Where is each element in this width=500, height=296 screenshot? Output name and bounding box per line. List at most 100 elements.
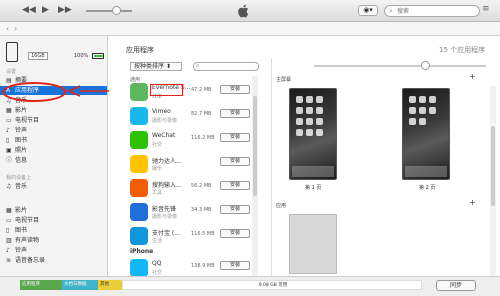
iphone-group-label: iPhone (130, 248, 154, 255)
app-category: 工具 (152, 190, 163, 196)
storage-docs-segment: 文档与数据 (62, 280, 98, 290)
wechat-icon (130, 131, 148, 149)
install-button[interactable]: 安装 (220, 133, 250, 142)
app-size: 34.3 MB (191, 207, 212, 213)
zoom-slider[interactable] (314, 65, 486, 67)
device-item-music[interactable]: ♫ 音乐 (6, 182, 106, 191)
home-screen-page-2[interactable] (402, 88, 450, 180)
sidebar-item-label: 铃声 (15, 127, 28, 134)
settings-section-header: 设置 (6, 69, 17, 75)
toolbar: ◀◀ ▶ ▶▶ ◉▾ ⌕ ≡ (0, 0, 500, 22)
device-item-books[interactable]: ▯ 图书 (6, 226, 106, 235)
search-icon: ⌕ (389, 7, 393, 15)
play-icon[interactable]: ▶ (42, 5, 49, 15)
app-name: QQ (152, 260, 162, 267)
sort-label: 按种类排序 (134, 63, 165, 70)
apple-logo-icon (238, 4, 249, 18)
on-device-section-header: 我的设备上 (6, 175, 32, 181)
search-icon: ⌕ (196, 62, 200, 69)
search-input[interactable] (397, 7, 477, 16)
menu-icon[interactable]: ≡ (482, 4, 490, 14)
app-category: 生活 (152, 238, 163, 244)
install-button[interactable]: 安装 (220, 261, 250, 270)
install-button[interactable]: 安装 (220, 157, 250, 166)
back-icon[interactable]: ‹ (6, 24, 9, 33)
app-search-input[interactable]: ⌕ (193, 62, 259, 71)
sidebar-item-photos[interactable]: ▣ 照片 (6, 146, 106, 155)
app-size: 138.9 MB (191, 263, 215, 269)
device-item-voice-memos[interactable]: ≋ 语音备忘录 (6, 256, 106, 265)
sidebar-item-tv[interactable]: ▭ 电视节目 (6, 116, 106, 125)
sidebar-item-ringtones[interactable]: ♪ 铃声 (6, 126, 106, 135)
page-2-label: 第 2 页 (419, 185, 436, 191)
list-scrollbar[interactable] (252, 76, 258, 276)
app-name: WeChat (152, 132, 176, 139)
volume-slider[interactable] (86, 10, 132, 12)
sidebar-item-info[interactable]: ⓘ 信息 (6, 156, 106, 165)
alipay-icon (130, 227, 148, 245)
tv-icon: ▭ (6, 217, 12, 224)
search-box[interactable]: ⌕ (384, 5, 480, 17)
storage-free-segment: 9.08 GB 可用 (122, 280, 422, 290)
annotation-box (150, 84, 183, 96)
account-button[interactable]: ◉▾ (358, 5, 378, 16)
book-icon: ▯ (6, 137, 10, 144)
sidebar-item-label: 图书 (15, 137, 28, 144)
install-button[interactable]: 安装 (220, 181, 250, 190)
sync-button[interactable]: 同步 (436, 280, 476, 291)
sidebar-item-label: 语音备忘录 (15, 257, 46, 264)
navigation-bar: ‹ › (0, 22, 500, 36)
install-button[interactable]: 安装 (220, 85, 250, 94)
dock (292, 166, 334, 177)
install-button[interactable]: 安装 (220, 205, 250, 214)
battery-icon (92, 53, 104, 59)
apps-folder-screen[interactable] (289, 214, 337, 274)
app-size: 56.2 MB (191, 183, 212, 189)
app-category: 社交 (152, 142, 163, 148)
movie-icon: ▦ (6, 207, 12, 214)
capacity-badge: 16GB (28, 52, 48, 60)
device-item-ringtones[interactable]: ♪ 铃声 (6, 246, 106, 255)
install-button[interactable]: 安装 (220, 109, 250, 118)
page-title: 应用程序 (126, 46, 154, 54)
sidebar-item-movies[interactable]: ▦ 影片 (6, 106, 106, 115)
device-item-tv[interactable]: ▭ 电视节目 (6, 216, 106, 225)
device-item-movies[interactable]: ▦ 影片 (6, 206, 106, 215)
sogou-icon (130, 179, 148, 197)
app-category: 社交 (152, 270, 163, 276)
sidebar-item-books[interactable]: ▯ 图书 (6, 136, 106, 145)
sort-dropdown[interactable]: 按种类排序 ⬍ (130, 62, 182, 71)
zoom-slider-knob[interactable] (421, 61, 430, 70)
add-button[interactable]: + (469, 198, 476, 207)
home-screen-page-1[interactable] (289, 88, 337, 180)
app-size: 116.5 MB (191, 231, 215, 237)
rewind-icon[interactable]: ◀◀ (22, 5, 36, 15)
bell-icon: ♪ (6, 247, 10, 254)
info-icon: ⓘ (6, 157, 13, 164)
add-page-button[interactable]: + (469, 72, 476, 81)
storage-bar: 应用程序 文档与数据 其他 9.08 GB 可用 同步 (0, 276, 500, 296)
app-category: 娱乐 (152, 166, 163, 172)
fast-forward-icon[interactable]: ▶▶ (58, 5, 72, 15)
app-row: WeChat 社交 116.2 MB 安装 (130, 130, 252, 150)
book-icon: ▯ (6, 227, 10, 234)
app-row: Evernote S... 效率 47.2 MB 安装 (130, 82, 252, 102)
bell-icon: ♪ (6, 127, 10, 134)
sidebar-item-label: 铃声 (15, 247, 28, 254)
photo-icon: ▣ (6, 147, 12, 154)
sidebar-item-label: 信息 (15, 157, 28, 164)
app-row: 驰力达人... 娱乐 安装 (130, 154, 252, 174)
forward-icon[interactable]: › (14, 24, 17, 33)
install-button[interactable]: 安装 (220, 229, 250, 238)
sidebar-item-label: 有声读物 (15, 237, 40, 244)
app-row: QQ 社交 138.9 MB 安装 (130, 258, 252, 278)
sidebar-item-label: 影片 (15, 207, 28, 214)
right-scrollbar[interactable] (490, 86, 496, 276)
app-size: 82.7 MB (191, 111, 212, 117)
sidebar-item-label: 影片 (15, 107, 28, 114)
movie-icon: ▦ (6, 107, 12, 114)
device-item-audiobooks[interactable]: ▥ 有声读物 (6, 236, 106, 245)
iphone-icon (6, 42, 18, 62)
volume-knob[interactable] (112, 6, 121, 15)
storage-other-segment: 其他 (98, 280, 122, 290)
